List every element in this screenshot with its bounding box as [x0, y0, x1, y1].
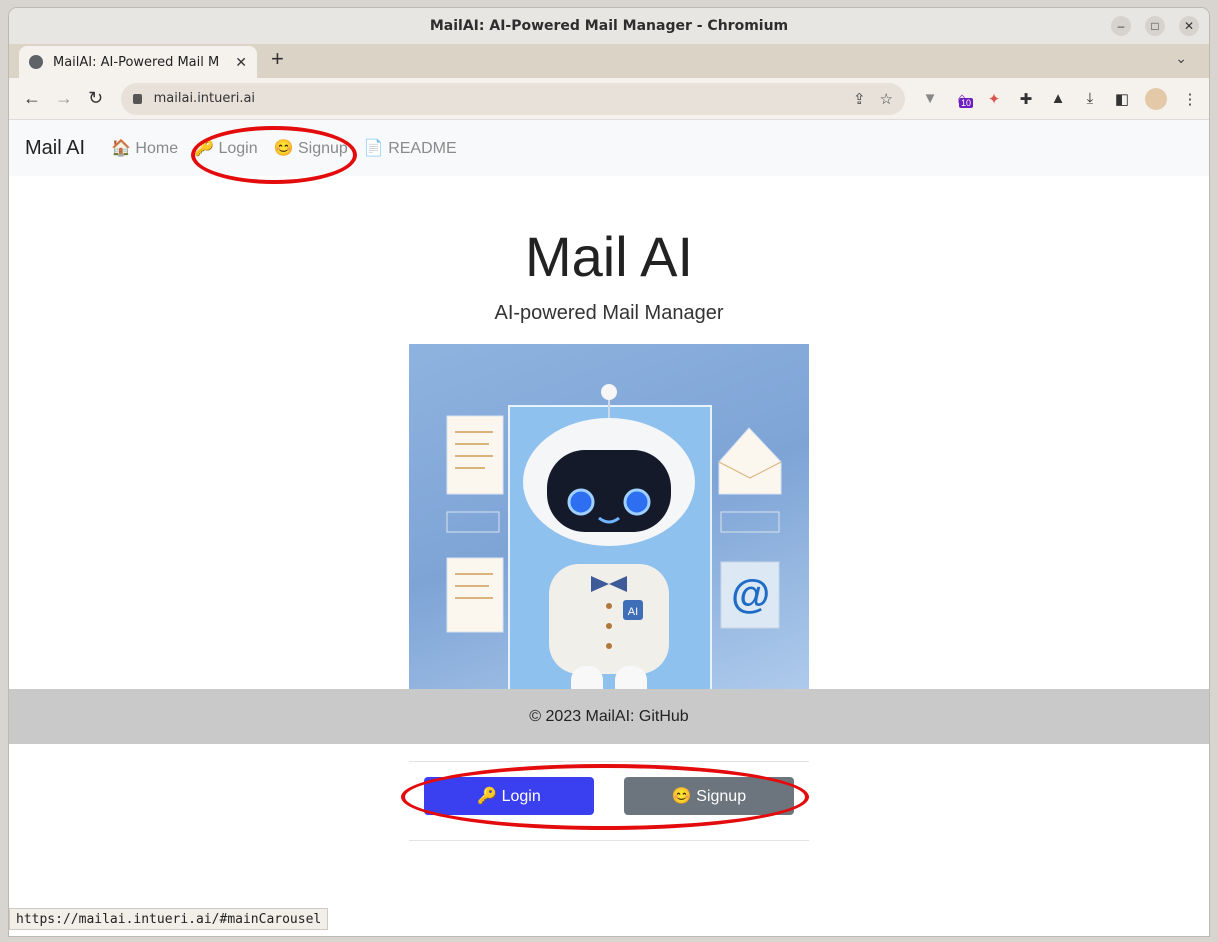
- browser-tab[interactable]: MailAI: AI-Powered Mail M ✕: [19, 46, 257, 78]
- hero-subtitle: AI-powered Mail Manager: [494, 302, 724, 324]
- profile-avatar[interactable]: [1145, 87, 1167, 110]
- extension-colorful-icon[interactable]: ✦: [985, 90, 1003, 108]
- forward-button[interactable]: →: [51, 88, 77, 109]
- window-title: MailAI: AI-Powered Mail Manager - Chromi…: [429, 18, 789, 34]
- nav-home-link[interactable]: 🏠 Home: [111, 138, 178, 158]
- hero-title: Mail AI: [524, 225, 694, 288]
- robot-badge-text: AI: [628, 606, 638, 618]
- lock-icon: [132, 93, 142, 104]
- flask-icon[interactable]: ▲: [1049, 90, 1067, 107]
- robot-illustration-svg: @ AI: [446, 384, 782, 718]
- nav-home-label: Home: [135, 140, 179, 157]
- bookmark-star-icon[interactable]: ☆: [880, 90, 893, 108]
- status-bar-url: https://mailai.intueri.ai/#mainCarousel: [9, 908, 329, 930]
- title-bar: MailAI: AI-Powered Mail Manager - Chromi…: [9, 8, 1209, 44]
- new-tab-button[interactable]: +: [271, 46, 284, 72]
- tab-close-icon[interactable]: ✕: [235, 54, 247, 71]
- main-content: Mail AI AI-powered Mail Manager @ AI 🔑 L…: [9, 126, 1209, 857]
- url-text[interactable]: mailai.intueri.ai: [154, 91, 839, 106]
- extension-badge: 10: [959, 98, 974, 108]
- site-navbar: Mail AI 🏠 Home 🔑 Login 😊 Signup 📄 README: [9, 120, 1209, 176]
- tab-search-chevron-icon[interactable]: ⌄: [1175, 50, 1187, 67]
- top-divider: [409, 761, 809, 762]
- house-icon: 🏠: [111, 140, 131, 157]
- annotation-oval-buttons: [401, 764, 809, 830]
- svg-text:@: @: [730, 573, 769, 617]
- back-button[interactable]: ←: [19, 88, 45, 109]
- bottom-divider: [409, 840, 809, 841]
- side-panel-icon[interactable]: ◧: [1113, 90, 1131, 108]
- annotation-oval-nav: [191, 126, 357, 184]
- minimize-button[interactable]: –: [1111, 16, 1131, 36]
- globe-icon: [29, 55, 43, 69]
- extension-graduation-cap-icon[interactable]: ⌂10: [953, 90, 974, 108]
- tab-title: MailAI: AI-Powered Mail M: [53, 54, 220, 70]
- nav-readme-label: README: [388, 140, 457, 157]
- address-bar[interactable]: mailai.intueri.ai ⇪ ☆: [120, 82, 905, 115]
- tab-strip: MailAI: AI-Powered Mail M ✕ + ⌄: [9, 44, 1209, 78]
- reload-button[interactable]: ↻: [83, 88, 109, 109]
- page-footer: © 2023 MailAI: GitHub: [9, 689, 1209, 744]
- close-window-button[interactable]: ✕: [1179, 16, 1199, 36]
- share-icon[interactable]: ⇪: [853, 90, 866, 108]
- browser-toolbar: ← → ↻ mailai.intueri.ai ⇪ ☆ ▼ ⌂10 ✦ ✚ ▲ …: [9, 78, 1209, 120]
- extensions-area: ▼ ⌂10 ✦ ✚ ▲ ⤓ ◧ ⋮: [921, 87, 1199, 110]
- menu-kebab-icon[interactable]: ⋮: [1181, 90, 1199, 108]
- download-icon[interactable]: ⤓: [1081, 90, 1099, 107]
- robot-illustration: @ AI: [409, 344, 809, 744]
- document-icon: 📄: [363, 140, 384, 157]
- maximize-button[interactable]: □: [1145, 16, 1165, 36]
- navbar-brand[interactable]: Mail AI: [25, 137, 85, 160]
- nav-readme-link[interactable]: 📄 README: [364, 138, 457, 158]
- extension-v-icon[interactable]: ▼: [921, 90, 939, 107]
- browser-window: MailAI: AI-Powered Mail Manager - Chromi…: [9, 8, 1209, 936]
- window-controls: – □ ✕: [1111, 16, 1199, 36]
- puzzle-extensions-icon[interactable]: ✚: [1017, 90, 1035, 108]
